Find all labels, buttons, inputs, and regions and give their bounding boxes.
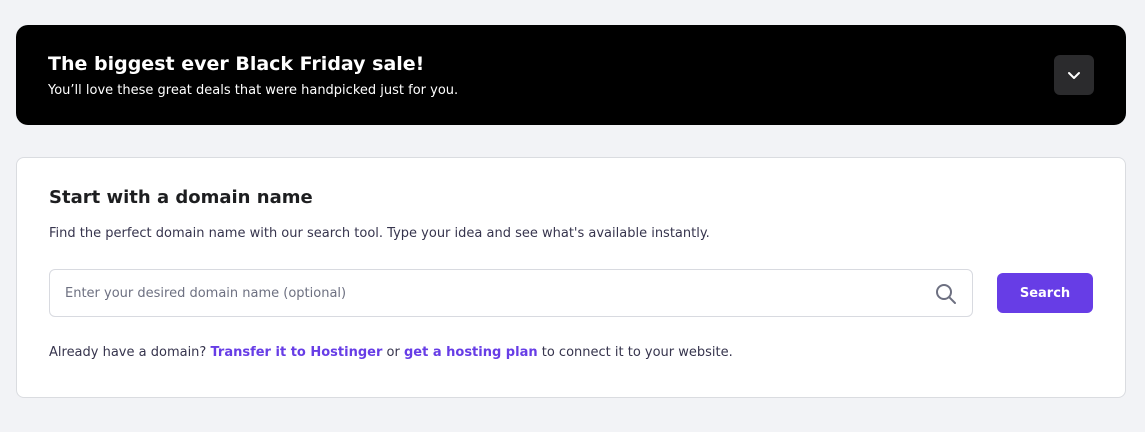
search-icon[interactable]	[934, 282, 958, 306]
domain-search-card: Start with a domain name Find the perfec…	[16, 157, 1126, 398]
domain-search-box	[49, 269, 973, 317]
card-title: Start with a domain name	[49, 187, 313, 208]
black-friday-banner: The biggest ever Black Friday sale! You’…	[16, 25, 1126, 125]
search-button[interactable]: Search	[997, 273, 1093, 313]
card-description: Find the perfect domain name with our se…	[49, 226, 710, 241]
hosting-plan-link[interactable]: get a hosting plan	[404, 345, 538, 360]
footer-middle: or	[386, 345, 400, 360]
card-footer: Already have a domain? Transfer it to Ho…	[49, 345, 733, 360]
domain-search-input[interactable]	[50, 270, 920, 316]
transfer-domain-link[interactable]: Transfer it to Hostinger	[210, 345, 382, 360]
banner-subtitle: You’ll love these great deals that were …	[48, 83, 459, 98]
banner-expand-button[interactable]	[1054, 55, 1094, 95]
banner-title: The biggest ever Black Friday sale!	[48, 53, 425, 75]
footer-prefix: Already have a domain?	[49, 345, 207, 360]
footer-suffix: to connect it to your website.	[541, 345, 733, 360]
chevron-down-icon	[1068, 72, 1080, 79]
